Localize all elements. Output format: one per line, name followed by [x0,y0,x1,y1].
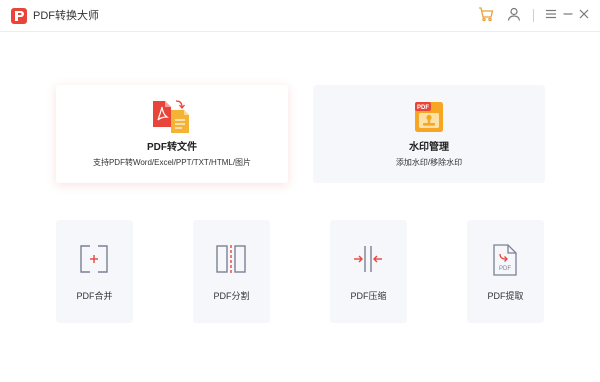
tool-label: PDF合并 [76,291,113,301]
pdf-extract-card[interactable]: PDF PDF提取 [467,220,544,323]
merge-icon [79,244,109,274]
tool-label: PDF压缩 [350,291,387,301]
card-title: 水印管理 [409,142,449,153]
pdf-merge-card[interactable]: PDF合并 [56,220,133,323]
user-button[interactable] [504,6,524,26]
watermark-badge-text: PDF [417,105,429,111]
card-description: 添加水印/移除水印 [395,158,463,167]
close-icon [578,7,590,25]
tool-label: PDF提取 [487,291,524,301]
pdf-split-card[interactable]: PDF分割 [193,220,270,323]
watermark-icon: PDF [414,101,444,133]
card-description: 支持PDF转Word/Excel/PPT/TXT/HTML/图片 [92,158,252,167]
tool-label: PDF分割 [213,291,250,301]
app-logo-icon [11,8,27,24]
extract-icon: PDF [491,244,519,276]
minimize-icon [562,7,574,25]
split-icon [216,244,246,274]
menu-icon [545,7,557,25]
pdf-convert-card[interactable]: PDF转文件 支持PDF转Word/Excel/PPT/TXT/HTML/图片 [56,85,288,183]
compress-icon [353,244,383,274]
card-title: PDF转文件 [147,142,197,153]
pdf-convert-icon [151,99,193,135]
titlebar-divider [533,9,534,22]
cart-button[interactable] [476,6,496,26]
cart-icon [478,6,494,27]
extract-badge-text: PDF [499,266,511,272]
user-icon [506,6,522,27]
close-button[interactable] [574,6,594,26]
pdf-compress-card[interactable]: PDF压缩 [330,220,407,323]
app-title: PDF转换大师 [33,10,99,22]
title-bar: PDF转换大师 [0,0,600,32]
watermark-card[interactable]: PDF 水印管理 添加水印/移除水印 [313,85,545,183]
